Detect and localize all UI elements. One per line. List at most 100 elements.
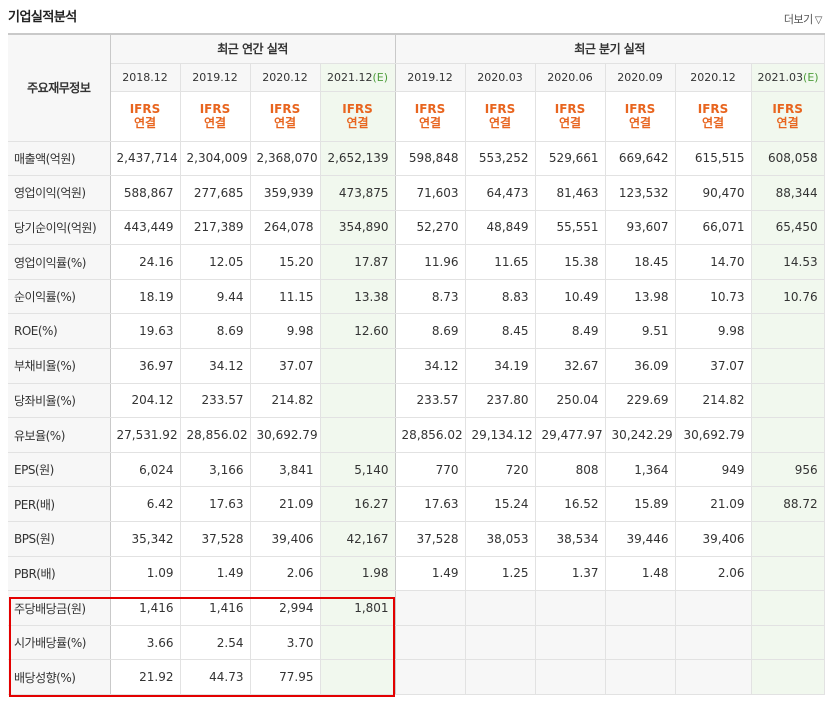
- table-row: 부채비율(%) 36.97 34.12 37.07 34.12 34.19 32.67 36.…: [8, 348, 825, 384]
- table-cell: [751, 313, 825, 350]
- estimate-tag: (E): [372, 70, 389, 84]
- period-header: 2020.12: [250, 63, 321, 92]
- table-cell: 11.65: [465, 244, 536, 280]
- ifrs-bottom: 연결: [419, 116, 442, 130]
- table-row: 매출액(억원) 2,437,714 2,304,009 2,368,070 2,652,…: [8, 140, 825, 177]
- table-cell: [395, 590, 466, 626]
- table-cell: 9.51: [605, 313, 676, 350]
- table-cell: 2,304,009: [180, 140, 251, 177]
- table-cell: 17.63: [395, 486, 466, 523]
- table-cell: 217,389: [180, 210, 251, 246]
- ifrs-top: IFRS: [129, 102, 161, 116]
- more-link[interactable]: 더보기 ▽: [784, 11, 823, 27]
- table-cell: 6,024: [110, 451, 181, 488]
- ifrs-top: IFRS: [772, 102, 803, 116]
- table-cell: 10.76: [751, 279, 825, 315]
- period-label: 2019.12: [407, 70, 453, 84]
- period-header: 2020.06: [535, 63, 606, 92]
- corner-label: 주요재무정보: [8, 34, 111, 142]
- table-cell: [675, 659, 752, 695]
- row-label: 영업이익률(%): [8, 244, 111, 280]
- table-cell: 48,849: [465, 210, 536, 246]
- table-cell: 16.27: [320, 486, 396, 523]
- table-cell: 473,875: [320, 175, 396, 211]
- table-cell: 90,470: [675, 175, 752, 211]
- ifrs-label: IFRS 연결: [535, 91, 606, 142]
- ifrs-bottom: 연결: [629, 116, 652, 130]
- period-header: 2019.12: [395, 63, 466, 92]
- table-cell: 354,890: [320, 210, 396, 246]
- table-cell: 229.69: [605, 383, 676, 419]
- chevron-down-icon: ▽: [814, 15, 823, 26]
- row-label: BPS(원): [8, 521, 111, 557]
- table-cell: 93,607: [605, 210, 676, 246]
- table-cell: 9.44: [180, 279, 251, 315]
- period-label: 2018.12: [122, 70, 168, 84]
- row-label: 순이익률(%): [8, 279, 111, 315]
- table-cell: 66,071: [675, 210, 752, 246]
- row-label: 당좌비율(%): [8, 383, 111, 419]
- table-cell: [675, 625, 752, 661]
- estimate-tag: (E): [803, 70, 819, 84]
- table-cell: 29,134.12: [465, 417, 536, 453]
- table-cell: 24.16: [110, 244, 181, 280]
- table-row: 당기순이익(억원) 443,449 217,389 264,078 354,890 52,…: [8, 210, 825, 246]
- ifrs-label: IFRS 연결: [395, 91, 466, 142]
- table-cell: 42,167: [320, 521, 396, 557]
- table-cell: 11.15: [250, 279, 321, 315]
- row-label: EPS(원): [8, 451, 111, 488]
- ifrs-label: IFRS 연결: [180, 91, 251, 142]
- table-cell: [751, 556, 825, 592]
- table-row: EPS(원) 6,024 3,166 3,841 5,140 770 720 808 1,364…: [8, 451, 825, 488]
- table-cell: 52,270: [395, 210, 466, 246]
- row-label: 영업이익(억원): [8, 175, 111, 211]
- table-cell: 15.38: [535, 244, 606, 280]
- table-cell: 81,463: [535, 175, 606, 211]
- table-cell: 30,692.79: [250, 417, 321, 453]
- row-label: 부채비율(%): [8, 348, 111, 384]
- table-cell: [395, 625, 466, 661]
- ifrs-top: IFRS: [414, 102, 446, 116]
- row-label: PBR(배): [8, 556, 111, 592]
- table-cell: [751, 417, 825, 453]
- table-cell: [320, 417, 396, 453]
- table-cell: 38,053: [465, 521, 536, 557]
- table-cell: 29,477.97: [535, 417, 606, 453]
- table-cell: [605, 590, 676, 626]
- period-header: 2021.12(E): [320, 63, 396, 92]
- table-cell: 36.09: [605, 348, 676, 384]
- table-cell: 15.24: [465, 486, 536, 523]
- table-row: 영업이익(억원) 588,867 277,685 359,939 473,875 71,6…: [8, 175, 825, 211]
- table-cell: 1.37: [535, 556, 606, 592]
- row-label: 당기순이익(억원): [8, 210, 111, 246]
- table-cell: 1.49: [395, 556, 466, 592]
- table-cell: 28,856.02: [395, 417, 466, 453]
- row-label: 유보율(%): [8, 417, 111, 453]
- table-cell: 35,342: [110, 521, 181, 557]
- table-cell: 8.73: [395, 279, 466, 315]
- table-cell: 37.07: [250, 348, 321, 384]
- period-label: 2020.09: [617, 70, 663, 84]
- ifrs-bottom: 연결: [346, 116, 369, 130]
- table-cell: 2.06: [675, 556, 752, 592]
- table-cell: 10.73: [675, 279, 752, 315]
- table-cell: 233.57: [395, 383, 466, 419]
- period-header: 2020.12: [675, 63, 752, 92]
- table-cell: 9.98: [675, 313, 752, 350]
- table-cell: [751, 383, 825, 419]
- section-title: 기업실적분석: [8, 10, 77, 25]
- table-cell: 21.09: [675, 486, 752, 523]
- table-cell: 2,368,070: [250, 140, 321, 177]
- period-header: 2018.12: [110, 63, 181, 92]
- period-header: 2021.03(E): [751, 63, 825, 92]
- table-row: ROE(%) 19.63 8.69 9.98 12.60 8.69 8.45 8.49 9.51…: [8, 313, 825, 350]
- table-row: 유보율(%) 27,531.92 28,856.02 30,692.79 28,856.…: [8, 417, 825, 453]
- table-cell: 250.04: [535, 383, 606, 419]
- table-cell: 204.12: [110, 383, 181, 419]
- table-cell: 1.25: [465, 556, 536, 592]
- table-cell: [465, 625, 536, 661]
- ifrs-top: IFRS: [199, 102, 231, 116]
- table-cell: 17.63: [180, 486, 251, 523]
- table-cell: 37,528: [395, 521, 466, 557]
- table-cell: 214.82: [675, 383, 752, 419]
